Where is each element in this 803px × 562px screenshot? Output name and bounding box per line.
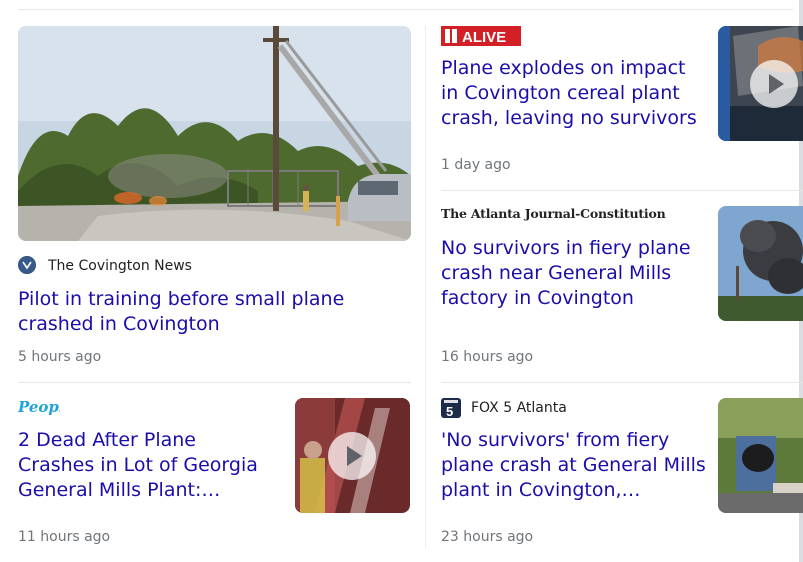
top-divider <box>18 9 793 10</box>
article-timestamp: 5 hours ago <box>18 349 102 365</box>
fox5-logo: 5 <box>441 398 461 419</box>
article-headline[interactable]: 'No survivors' from fiery plane crash at… <box>441 428 706 503</box>
svg-text:People: People <box>18 398 60 416</box>
column-divider <box>425 26 426 548</box>
article-image-crash-site[interactable] <box>18 26 411 241</box>
svg-text:ALIVE: ALIVE <box>462 29 506 46</box>
article-timestamp: 16 hours ago <box>441 349 534 365</box>
article-timestamp: 23 hours ago <box>441 529 534 545</box>
article-timestamp: 1 day ago <box>441 157 511 173</box>
row-divider <box>441 190 803 191</box>
covington-news-favicon <box>18 256 36 274</box>
article-image-fire[interactable] <box>718 398 803 513</box>
article-headline[interactable]: Pilot in training before small plane cra… <box>18 287 413 337</box>
article-headline[interactable]: Plane explodes on impact in Covington ce… <box>441 56 706 131</box>
source-name: FOX 5 Atlanta <box>471 400 567 416</box>
ajc-logo: The Atlanta Journal-Constitution <box>441 206 666 221</box>
svg-text:5: 5 <box>446 404 453 418</box>
source-name: The Covington News <box>48 258 192 274</box>
article-headline[interactable]: No survivors in fiery plane crash near G… <box>441 236 706 311</box>
row-divider <box>441 382 803 383</box>
row-divider <box>18 382 411 383</box>
article-headline[interactable]: 2 Dead After Plane Crashes in Lot of Geo… <box>18 428 273 503</box>
people-logo: People <box>17 398 74 416</box>
play-icon[interactable] <box>328 432 376 480</box>
article-video-thumbnail[interactable] <box>295 398 410 513</box>
article-timestamp: 11 hours ago <box>18 529 111 545</box>
article-image-smoke[interactable] <box>718 206 803 321</box>
play-icon[interactable] <box>750 60 798 108</box>
11alive-logo: ALIVE <box>441 26 521 46</box>
article-video-thumbnail[interactable] <box>718 26 803 141</box>
